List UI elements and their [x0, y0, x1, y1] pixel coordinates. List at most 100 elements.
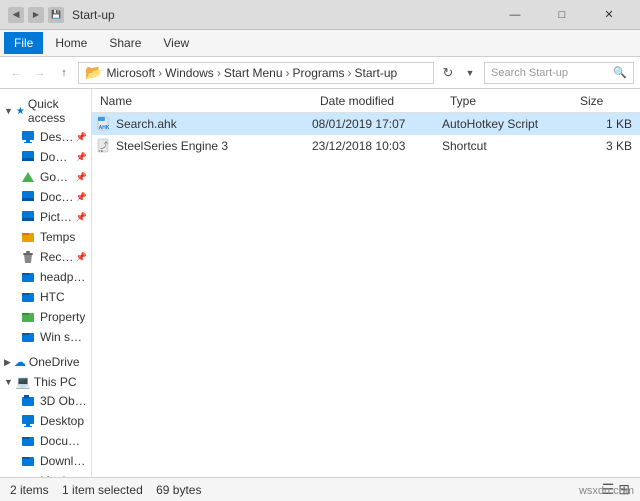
status-item-count: 2 items 1 item selected 69 bytes [10, 483, 201, 497]
documents2-icon [20, 433, 36, 449]
ribbon: File Home Share View [0, 30, 640, 57]
col-header-date[interactable]: Date modified [316, 94, 446, 108]
sidebar-item-downloads[interactable]: Downloads 📌 [0, 147, 91, 167]
sidebar-item-desktop2[interactable]: Desktop [0, 411, 91, 431]
address-bar: ← → ↑ 📂 Microsoft › Windows › Start Menu… [0, 57, 640, 89]
col-header-name[interactable]: Name [96, 94, 316, 108]
sidebar-item-htc[interactable]: HTC [0, 287, 91, 307]
title-bar-icons: ◀ ▶ 💾 [8, 7, 64, 23]
sidebar-onedrive-header[interactable]: ▶ ☁ OneDrive [0, 351, 91, 371]
sidebar-headphones-label: headphones not [40, 270, 87, 284]
property-icon [20, 309, 36, 325]
downloads2-icon [20, 453, 36, 469]
maximize-button[interactable]: □ [539, 0, 585, 30]
window-controls: — □ ✕ [492, 0, 632, 30]
sidebar-item-winscreenshots[interactable]: Win screenshots [0, 327, 91, 347]
sidebar-item-documents[interactable]: Documents 📌 [0, 187, 91, 207]
status-bar: 2 items 1 item selected 69 bytes ☰ ⊞ [0, 477, 640, 501]
sidebar-documents-label: Documents [40, 190, 74, 204]
sidebar-item-googledrive[interactable]: Google Drive 📌 [0, 167, 91, 187]
chevron-right-icon: ▶ [4, 357, 11, 368]
sidebar-thispc-header[interactable]: ▼ 💻 This PC [0, 371, 91, 391]
file-type-steelseries: Shortcut [442, 139, 572, 153]
sidebar-item-downloads2[interactable]: Downloads [0, 451, 91, 471]
music-icon [20, 473, 36, 477]
file-date-steelseries: 23/12/2018 10:03 [312, 139, 442, 153]
tab-view[interactable]: View [153, 32, 199, 54]
sidebar-documents2-label: Documents [40, 434, 87, 448]
sidebar-thispc-label: This PC [34, 375, 77, 389]
title-bar-back-icon: ◀ [8, 7, 24, 23]
refresh-button[interactable]: ↻ [438, 63, 458, 83]
col-header-type[interactable]: Type [446, 94, 576, 108]
tab-file[interactable]: File [4, 32, 43, 54]
up-button[interactable]: ↑ [54, 63, 74, 83]
sidebar-desktop2-label: Desktop [40, 414, 84, 428]
onedrive-icon: ☁ [14, 355, 26, 369]
sidebar-item-documents2[interactable]: Documents [0, 431, 91, 451]
sidebar-recyclebin-label: Recycle Bin [40, 250, 74, 264]
title-text: Start-up [72, 8, 492, 22]
sidebar-music-label: Music [40, 474, 71, 477]
table-row[interactable]: AHK Search.ahk 08/01/2019 17:07 AutoHotk… [92, 113, 640, 135]
sidebar-item-property[interactable]: Property [0, 307, 91, 327]
shortcut-file-icon: ⤴ lnk [96, 138, 112, 154]
pictures-icon [20, 209, 36, 225]
headphones-icon [20, 269, 36, 285]
sidebar-item-desktop[interactable]: Desktop 📌 [0, 127, 91, 147]
breadcrumb-programs[interactable]: Programs [293, 66, 345, 80]
sidebar-downloads2-label: Downloads [40, 454, 87, 468]
sidebar-item-music[interactable]: Music [0, 471, 91, 477]
file-size-searchahk: 1 KB [572, 117, 632, 131]
sidebar-item-headphones[interactable]: headphones not [0, 267, 91, 287]
htc-icon [20, 289, 36, 305]
close-button[interactable]: ✕ [586, 0, 632, 30]
breadcrumb-windows[interactable]: Windows [165, 66, 214, 80]
main-content: ▼ ★ Quick access Desktop 📌 Downloads 📌 G… [0, 89, 640, 477]
sidebar-item-pictures[interactable]: Pictures 📌 [0, 207, 91, 227]
tab-home[interactable]: Home [45, 32, 97, 54]
ribbon-tabs: File Home Share View [0, 30, 640, 56]
file-area: Name Date modified Type Size AHK Search.… [92, 89, 640, 477]
breadcrumb-startmenu[interactable]: Start Menu [224, 66, 283, 80]
dropdown-button[interactable]: ▼ [460, 63, 480, 83]
forward-button[interactable]: → [30, 63, 50, 83]
sidebar-item-temps[interactable]: Temps [0, 227, 91, 247]
file-list: AHK Search.ahk 08/01/2019 17:07 AutoHotk… [92, 113, 640, 477]
chevron-down-thispc-icon: ▼ [4, 377, 13, 387]
ahk-file-icon: AHK [96, 116, 112, 132]
temps-icon [20, 229, 36, 245]
sidebar-item-3dobjects[interactable]: 3D Objects [0, 391, 91, 411]
table-row[interactable]: ⤴ lnk SteelSeries Engine 3 23/12/2018 10… [92, 135, 640, 157]
sidebar-pictures-label: Pictures [40, 210, 74, 224]
svg-text:AHK: AHK [99, 125, 110, 131]
watermark: wsxdn.com [579, 485, 634, 497]
thispc-icon: 💻 [16, 375, 31, 389]
breadcrumb-microsoft[interactable]: Microsoft [106, 66, 155, 80]
star-icon: ★ [16, 106, 25, 117]
sidebar-downloads-label: Downloads [40, 150, 74, 164]
documents-icon [20, 189, 36, 205]
tab-share[interactable]: Share [99, 32, 151, 54]
sidebar-item-recyclebin[interactable]: Recycle Bin 📌 [0, 247, 91, 267]
sidebar-quickaccess-header[interactable]: ▼ ★ Quick access [0, 93, 91, 127]
desktop2-icon [20, 413, 36, 429]
recyclebin-icon [20, 249, 36, 265]
downloads-icon [20, 149, 36, 165]
title-bar-forward-icon: ▶ [28, 7, 44, 23]
file-date-searchahk: 08/01/2019 17:07 [312, 117, 442, 131]
sidebar-quickaccess-label: Quick access [28, 97, 87, 125]
breadcrumb[interactable]: 📂 Microsoft › Windows › Start Menu › Pro… [78, 62, 434, 84]
title-bar-save-icon: 💾 [48, 7, 64, 23]
search-box[interactable]: Search Start-up 🔍 [484, 62, 634, 84]
back-button[interactable]: ← [6, 63, 26, 83]
search-placeholder: Search Start-up [491, 67, 613, 79]
minimize-button[interactable]: — [492, 0, 538, 30]
sidebar-3dobjects-label: 3D Objects [40, 394, 87, 408]
sidebar-htc-label: HTC [40, 290, 65, 304]
search-icon: 🔍 [613, 66, 627, 79]
file-size-steelseries: 3 KB [572, 139, 632, 153]
column-headers: Name Date modified Type Size [92, 89, 640, 113]
col-header-size[interactable]: Size [576, 94, 636, 108]
breadcrumb-startup[interactable]: Start-up [355, 66, 398, 80]
